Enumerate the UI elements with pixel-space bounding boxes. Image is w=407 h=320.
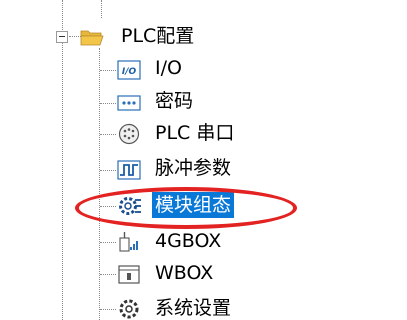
io-icon: I/O <box>117 58 141 82</box>
tree-line <box>62 42 63 320</box>
tree-line <box>100 103 116 104</box>
tree-line <box>100 70 116 71</box>
tree-node-4gbox[interactable]: 4GBOX <box>152 228 224 254</box>
tree-line <box>100 242 116 243</box>
tree-node-module-config[interactable]: 模块组态 <box>152 192 235 218</box>
tree-line <box>100 274 116 275</box>
gear-icon <box>117 297 141 320</box>
svg-text:I/O: I/O <box>122 67 137 77</box>
module-config-icon <box>117 194 141 218</box>
password-icon <box>117 91 141 115</box>
tree-node-password[interactable]: 密码 <box>152 88 196 114</box>
tree-node-wbox[interactable]: WBOX <box>152 260 216 286</box>
pulse-icon <box>117 158 141 182</box>
tree-line <box>99 48 100 320</box>
tree-line <box>62 0 63 30</box>
serial-port-icon <box>117 122 141 146</box>
project-tree: PLC配置 I/O I/O 密码 PLC 串口 脉冲参数 模块组态 4GBOX … <box>0 0 407 320</box>
tree-node-plc-config[interactable]: PLC配置 <box>118 23 197 49</box>
tree-line <box>100 206 116 207</box>
tree-node-io[interactable]: I/O <box>152 55 185 81</box>
collapse-toggle[interactable] <box>56 31 68 43</box>
folder-open-icon <box>80 25 104 49</box>
tree-node-system-settings[interactable]: 系统设置 <box>152 295 234 320</box>
tree-node-pulse-params[interactable]: 脉冲参数 <box>152 155 234 181</box>
4gbox-icon <box>117 230 141 254</box>
tree-node-plc-serial[interactable]: PLC 串口 <box>152 120 237 146</box>
tree-line <box>100 170 116 171</box>
tree-line <box>100 134 116 135</box>
tree-line <box>101 0 102 18</box>
tree-line <box>100 309 116 310</box>
wbox-icon <box>117 262 141 286</box>
